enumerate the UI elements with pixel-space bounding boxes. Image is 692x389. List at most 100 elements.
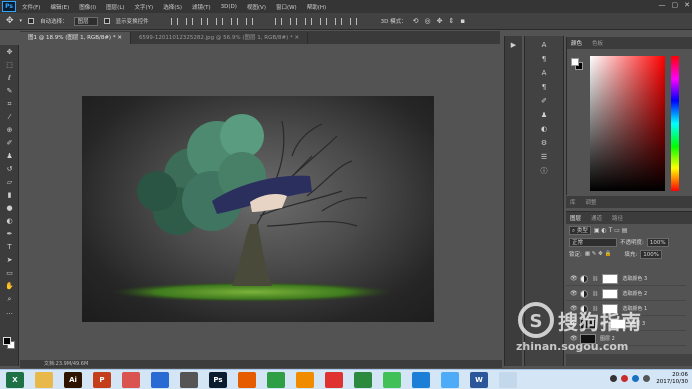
marquee-tool-icon[interactable]: ⬚: [3, 59, 16, 71]
tab-adjustments[interactable]: 调整: [586, 198, 597, 206]
layer-name[interactable]: 选取颜色 3: [622, 275, 647, 282]
menu-select[interactable]: 选择(S): [163, 3, 182, 11]
show-transform-checkbox[interactable]: [103, 18, 110, 24]
tab-close-icon[interactable]: ✕: [295, 35, 300, 41]
paragraph-style-icon[interactable]: ¶: [539, 82, 550, 92]
3d-slide-icon[interactable]: ⇕: [448, 17, 454, 25]
layer-mask-thumbnail[interactable]: [602, 273, 619, 284]
visibility-eye-icon[interactable]: 👁: [570, 290, 578, 297]
lock-icons[interactable]: ▦ ✎ ✥ 🔒: [585, 251, 612, 257]
layer-row[interactable]: 👁 ⛓ 选取颜色 3: [566, 272, 686, 286]
history-panel-icon[interactable]: ☰: [539, 152, 550, 162]
menu-edit[interactable]: 编辑(E): [50, 3, 69, 11]
pen-tool-icon[interactable]: ✒: [3, 228, 16, 240]
shape-tool-icon[interactable]: ▭: [3, 267, 16, 279]
menu-view[interactable]: 视图(V): [247, 3, 266, 11]
chrome-icon[interactable]: [325, 371, 343, 388]
color-picker-field[interactable]: [590, 56, 665, 191]
layer-filter-dropdown[interactable]: ⌕ 类型: [569, 225, 591, 235]
blend-mode-dropdown[interactable]: 正常: [569, 237, 617, 247]
tray-antivirus-icon[interactable]: [621, 375, 628, 382]
opacity-input[interactable]: 100%: [646, 237, 669, 247]
minimize-button[interactable]: —: [659, 1, 666, 9]
foreground-color-swatch[interactable]: [3, 337, 11, 345]
dodge-tool-icon[interactable]: ◐: [3, 215, 16, 227]
tools-icon[interactable]: [354, 371, 372, 388]
menu-type[interactable]: 文字(Y): [135, 3, 154, 11]
blank-icon[interactable]: [499, 371, 517, 388]
tab-layers[interactable]: 图层: [570, 214, 581, 222]
quick-select-tool-icon[interactable]: ✎: [3, 85, 16, 97]
hue-slider[interactable]: [671, 56, 679, 191]
layer-mask-thumbnail[interactable]: [602, 288, 619, 299]
brush-panel-icon[interactable]: ✐: [539, 96, 550, 106]
move-tool-icon[interactable]: ✥: [6, 16, 14, 26]
align-hcenter-icon[interactable]: [230, 17, 238, 25]
align-bottom-icon[interactable]: [200, 17, 208, 25]
tray-volume-icon[interactable]: [643, 375, 650, 382]
tab-swatches[interactable]: 色板: [592, 39, 603, 47]
maximize-button[interactable]: ▢: [672, 1, 679, 9]
player-icon[interactable]: [238, 371, 256, 388]
character-panel-icon[interactable]: A: [539, 40, 550, 50]
word-icon[interactable]: W: [470, 371, 488, 388]
layer-name[interactable]: 选取颜色 2: [622, 290, 647, 297]
taskbar-clock[interactable]: 20:06 2017/10/30: [656, 372, 688, 386]
distribute-hcenter-icon[interactable]: [334, 17, 342, 25]
distribute-bottom-icon[interactable]: [304, 17, 312, 25]
gradient-tool-icon[interactable]: ▮: [3, 189, 16, 201]
tab-document-1[interactable]: 图1 @ 18.9% (图层 1, RGB/8#) * ✕: [20, 32, 131, 44]
auto-select-dropdown[interactable]: 图层: [73, 16, 98, 26]
3d-drag-icon[interactable]: ✥: [437, 17, 443, 25]
3d-rotate-icon[interactable]: ⟲: [413, 17, 419, 25]
character-style-icon[interactable]: A: [539, 68, 550, 78]
zoom-tool-icon[interactable]: ⌕: [3, 293, 16, 305]
tray-input-icon[interactable]: [610, 375, 617, 382]
move-tool-icon[interactable]: ✥: [3, 46, 16, 58]
lasso-tool-icon[interactable]: ℓ: [3, 72, 16, 84]
distribute-left-icon[interactable]: [319, 17, 327, 25]
properties-panel-icon[interactable]: ⚙: [539, 138, 550, 148]
3d-roll-icon[interactable]: ◎: [424, 17, 430, 25]
distribute-right-icon[interactable]: [349, 17, 357, 25]
document-image[interactable]: [82, 96, 434, 322]
play-icon[interactable]: ▶: [508, 40, 519, 50]
menu-file[interactable]: 文件(F): [22, 3, 40, 11]
filter-icons[interactable]: ▣ ◐ T ▭ ▤: [594, 227, 628, 234]
align-right-icon[interactable]: [245, 17, 253, 25]
layer-row[interactable]: 👁 ⛓ 选取颜色 2: [566, 287, 686, 301]
menu-3d[interactable]: 3D(D): [221, 4, 237, 10]
align-top-icon[interactable]: [170, 17, 178, 25]
menu-filter[interactable]: 滤镜(T): [192, 3, 211, 11]
3d-scale-icon[interactable]: ▪: [460, 17, 465, 25]
hand-tool-icon[interactable]: ✋: [3, 280, 16, 292]
360-icon[interactable]: [383, 371, 401, 388]
align-vcenter-icon[interactable]: [185, 17, 193, 25]
close-button[interactable]: ✕: [684, 1, 690, 9]
visibility-eye-icon[interactable]: 👁: [570, 275, 578, 282]
crop-tool-icon[interactable]: ⌗: [3, 98, 16, 110]
tab-close-icon[interactable]: ✕: [117, 35, 122, 41]
browser-icon[interactable]: [267, 371, 285, 388]
more-tools-icon[interactable]: …: [3, 306, 16, 318]
stamp-tool-icon[interactable]: ♟: [3, 150, 16, 162]
brush-tool-icon[interactable]: ✐: [3, 137, 16, 149]
tool-preset-dropdown[interactable]: ▾: [20, 18, 23, 24]
excel-icon[interactable]: X: [6, 371, 24, 388]
tab-paths[interactable]: 路径: [612, 214, 623, 222]
tab-document-2[interactable]: 6599-12011012325282.jpg @ 56.9% (图层 1, R…: [131, 32, 309, 44]
blur-tool-icon[interactable]: ●: [3, 202, 16, 214]
type-tool-icon[interactable]: T: [3, 241, 16, 253]
menu-image[interactable]: 图像(I): [79, 3, 96, 11]
distribute-top-icon[interactable]: [274, 17, 282, 25]
tab-channels[interactable]: 通道: [591, 214, 602, 222]
history-brush-icon[interactable]: ↺: [3, 163, 16, 175]
adjustments-panel-icon[interactable]: ◐: [539, 124, 550, 134]
photoshop-icon[interactable]: Ps: [209, 371, 227, 388]
media-icon[interactable]: [180, 371, 198, 388]
fill-input[interactable]: 100%: [640, 249, 662, 259]
paint-icon[interactable]: [122, 371, 140, 388]
illustrator-icon[interactable]: Ai: [64, 371, 82, 388]
eyedropper-tool-icon[interactable]: ⁄: [3, 111, 16, 123]
menu-help[interactable]: 帮助(H): [307, 3, 326, 11]
